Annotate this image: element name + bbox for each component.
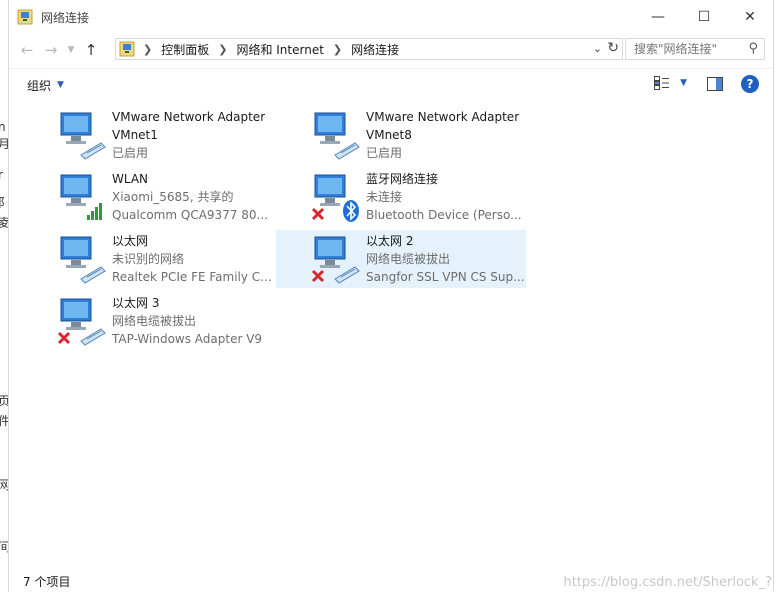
breadcrumb-network-connections[interactable]: 网络连接 xyxy=(351,41,399,58)
bg-fragment: 夌 xyxy=(0,216,8,230)
connection-device: TAP-Windows Adapter V9 xyxy=(112,332,263,346)
navigation-bar: ← → ▼ ↑ ❯ 控制面板 ❯ 网络和 Internet ❯ 网络连接 ⌄ ↻… xyxy=(9,36,773,64)
forward-arrow-icon[interactable]: → xyxy=(39,38,63,62)
connection-subtitle: 网络电缆被拔出 xyxy=(112,314,197,328)
connection-title: VMware Network Adapter xyxy=(112,110,266,124)
connections-view: VMware Network Adapter VMnet1 已启用 VMware… xyxy=(9,104,773,564)
refresh-icon[interactable]: ↻ xyxy=(607,40,619,56)
connection-title: WLAN xyxy=(112,172,149,186)
bg-fragment: 件 xyxy=(0,414,8,428)
connection-item-ethernet[interactable]: 以太网 未识别的网络 Realtek PCIe FE Family C... xyxy=(55,230,305,288)
connection-item-vmnet1[interactable]: VMware Network Adapter VMnet1 已启用 xyxy=(55,106,305,164)
address-bar[interactable]: ❯ 控制面板 ❯ 网络和 Internet ❯ 网络连接 ⌄ ↻ xyxy=(115,38,623,60)
connection-status: 已启用 xyxy=(112,146,149,160)
connection-title: 以太网 3 xyxy=(112,296,160,310)
bg-fragment: 网 xyxy=(0,478,8,492)
preview-pane-icon[interactable] xyxy=(707,77,723,91)
window-controls: — ☐ ✕ xyxy=(635,0,773,34)
search-box[interactable]: ⚲ xyxy=(625,38,765,60)
network-adapter-icon xyxy=(311,109,363,161)
help-icon[interactable]: ? xyxy=(741,75,759,93)
connection-title: 以太网 xyxy=(112,234,149,248)
connection-status: 已启用 xyxy=(366,146,403,160)
view-dropdown-icon[interactable]: ▼ xyxy=(680,78,687,88)
connection-title: VMware Network Adapter xyxy=(366,110,520,124)
command-bar: 组织 ▼ ▼ ? xyxy=(9,68,773,101)
organize-button[interactable]: 组织 ▼ xyxy=(27,77,64,94)
network-connections-icon xyxy=(17,9,33,25)
wireless-adapter-icon xyxy=(57,171,109,223)
connection-device: Sangfor SSL VPN CS Sup... xyxy=(366,270,525,284)
connection-item-ethernet-2[interactable]: 以太网 2 网络电缆被拔出 Sangfor SSL VPN CS Sup... xyxy=(276,230,526,288)
up-arrow-icon[interactable]: ↑ xyxy=(79,38,103,62)
search-icon[interactable]: ⚲ xyxy=(748,41,758,56)
network-adapter-icon xyxy=(311,233,363,285)
connection-device: Realtek PCIe FE Family C... xyxy=(112,270,272,284)
connection-subtitle: VMnet8 xyxy=(366,128,412,142)
chevron-right-icon: ❯ xyxy=(143,42,153,56)
close-button[interactable]: ✕ xyxy=(727,0,773,34)
caret-down-icon: ▼ xyxy=(57,80,64,90)
view-options[interactable]: ▼ xyxy=(654,76,687,90)
connection-item-wlan[interactable]: WLAN Xiaomi_5685, 共享的 Qualcomm QCA9377 8… xyxy=(55,168,305,226)
connection-subtitle: VMnet1 xyxy=(112,128,158,142)
breadcrumb-control-panel[interactable]: 控制面板 xyxy=(161,41,209,58)
bg-fragment: 阝 xyxy=(0,196,8,210)
bluetooth-adapter-icon xyxy=(311,171,363,223)
connection-subtitle: 未识别的网络 xyxy=(112,252,185,266)
breadcrumb-network-internet[interactable]: 网络和 Internet xyxy=(236,41,323,58)
bg-fragment: 间 xyxy=(0,540,8,554)
bg-fragment: 页 xyxy=(0,394,8,408)
background-window-edge: n 月 r 阝 夌 页 件 网 间 xyxy=(0,0,8,592)
chevron-right-icon: ❯ xyxy=(218,42,228,56)
status-item-count: 7 个项目 xyxy=(23,575,71,589)
maximize-button[interactable]: ☐ xyxy=(681,0,727,34)
chevron-right-icon: ❯ xyxy=(332,42,343,56)
network-adapter-icon xyxy=(57,109,109,161)
back-arrow-icon[interactable]: ← xyxy=(15,38,39,62)
search-input[interactable] xyxy=(634,42,744,56)
connection-device: Bluetooth Device (Perso... xyxy=(366,208,522,222)
address-dropdown-icon[interactable]: ⌄ xyxy=(593,42,602,55)
connection-device: Qualcomm QCA9377 80... xyxy=(112,208,268,222)
connection-title: 蓝牙网络连接 xyxy=(366,172,439,186)
bg-fragment: r xyxy=(0,168,3,182)
recent-locations-icon[interactable]: ▼ xyxy=(63,38,79,62)
explorer-window: 网络连接 — ☐ ✕ ← → ▼ ↑ ❯ 控制面板 ❯ 网络和 Internet… xyxy=(8,0,774,592)
connection-subtitle: 网络电缆被拔出 xyxy=(366,252,451,266)
title-bar[interactable]: 网络连接 — ☐ ✕ xyxy=(9,0,773,34)
watermark-text: https://blog.csdn.net/Sherlock_? xyxy=(563,575,772,590)
bg-fragment: 月 xyxy=(0,137,8,151)
bg-fragment: n xyxy=(0,120,6,134)
connection-item-vmnet8[interactable]: VMware Network Adapter VMnet8 已启用 xyxy=(309,106,559,164)
connection-subtitle: Xiaomi_5685, 共享的 xyxy=(112,190,234,204)
minimize-button[interactable]: — xyxy=(635,0,681,34)
window-title: 网络连接 xyxy=(41,10,90,25)
organize-label: 组织 xyxy=(27,78,52,93)
connection-subtitle: 未连接 xyxy=(366,190,403,204)
connection-title: 以太网 2 xyxy=(366,234,414,248)
network-adapter-icon xyxy=(57,295,109,347)
network-adapter-icon xyxy=(57,233,109,285)
control-panel-icon xyxy=(119,41,135,57)
connection-item-bluetooth[interactable]: 蓝牙网络连接 未连接 Bluetooth Device (Perso... xyxy=(309,168,559,226)
view-layout-icon[interactable] xyxy=(654,76,670,90)
connection-item-ethernet-3[interactable]: 以太网 3 网络电缆被拔出 TAP-Windows Adapter V9 xyxy=(55,292,305,350)
